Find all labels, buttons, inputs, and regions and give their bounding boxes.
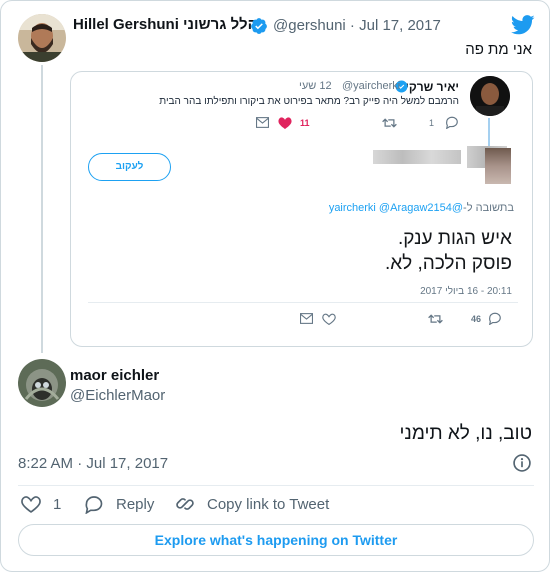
screenshot-main-line-1: איש הגות ענק.	[398, 228, 512, 249]
reply-to-line: בתשובה ל-@yaircherki @Aragaw2154	[329, 202, 514, 214]
avatar[interactable]	[18, 359, 66, 407]
reply-icon	[489, 312, 501, 325]
reply-icon	[446, 116, 458, 129]
divider	[18, 485, 534, 486]
author-handle[interactable]: @EichlerMaor	[70, 387, 165, 404]
tweet-text: אני מת פה	[465, 41, 532, 58]
follow-button: לעקוב	[88, 153, 171, 181]
mail-icon	[300, 313, 313, 324]
screenshot-like-count: 11	[300, 118, 310, 128]
screenshot-handle: @yaircherki	[342, 80, 401, 92]
heart-icon	[322, 313, 336, 325]
screenshot-body: הרמבם למשל היה פייק רב? מתאר בפירוט את ב…	[159, 96, 459, 107]
twitter-bird-icon[interactable]	[511, 15, 535, 35]
like-count: 1	[53, 495, 62, 513]
copy-link-label: Copy link to Tweet	[207, 495, 330, 513]
screenshot-author-name: יאיר שרקי	[405, 80, 459, 94]
screenshot-reply-count: 1	[429, 118, 435, 128]
screenshot-avatar	[470, 76, 510, 116]
author-name[interactable]: maor eichler	[70, 367, 159, 384]
reply-label: Reply	[116, 495, 155, 513]
screenshot-main-text: איש הגות ענק. פוסק הלכה, לא.	[385, 226, 512, 276]
copy-link-icon	[176, 498, 194, 510]
reply-button[interactable]: Reply	[84, 493, 154, 515]
explore-button[interactable]: Explore what's happening on Twitter	[18, 524, 534, 556]
divider	[88, 302, 518, 303]
thread-connector	[41, 65, 43, 353]
like-button[interactable]: 1	[21, 493, 61, 515]
heart-icon	[278, 117, 292, 129]
tweet-photo[interactable]: יאיר שרקי @yaircherki 12 שעי הרמבם למשל …	[70, 71, 533, 347]
tweet-timestamp[interactable]: 8:22 AM · Jul 17, 2017	[18, 455, 168, 472]
tweet-text: טוב, נו, לא תימני	[399, 423, 533, 444]
reply-to-prefix: בתשובה ל-	[463, 202, 514, 214]
info-icon[interactable]	[512, 453, 532, 473]
retweet-icon	[428, 314, 443, 324]
reply-icon	[85, 495, 103, 514]
screenshot-timestamp: 20:11 - 16 ביולי 2017	[420, 286, 512, 297]
copy-link-button[interactable]: Copy link to Tweet	[175, 493, 329, 515]
screenshot-reply-count-bottom: 46	[471, 314, 482, 324]
verified-badge-icon	[251, 18, 267, 34]
heart-icon	[21, 496, 41, 513]
tweet-card: Hillel Gershuni הלל גרשוני @gershuni · J…	[0, 0, 550, 572]
retweet-icon	[382, 118, 397, 128]
author-handle-date[interactable]: @gershuni · Jul 17, 2017	[273, 17, 441, 34]
reply-to-mentions: @yaircherki @Aragaw2154	[328, 202, 464, 214]
mail-icon	[256, 117, 269, 128]
blurred-avatar	[485, 148, 511, 184]
screenshot-main-line-2: פוסק הלכה, לא.	[384, 253, 512, 274]
blurred-name	[373, 150, 461, 164]
screenshot-age: 12 שעי	[299, 80, 332, 92]
avatar[interactable]	[18, 14, 66, 62]
author-name[interactable]: Hillel Gershuni הלל גרשוני	[73, 16, 258, 33]
